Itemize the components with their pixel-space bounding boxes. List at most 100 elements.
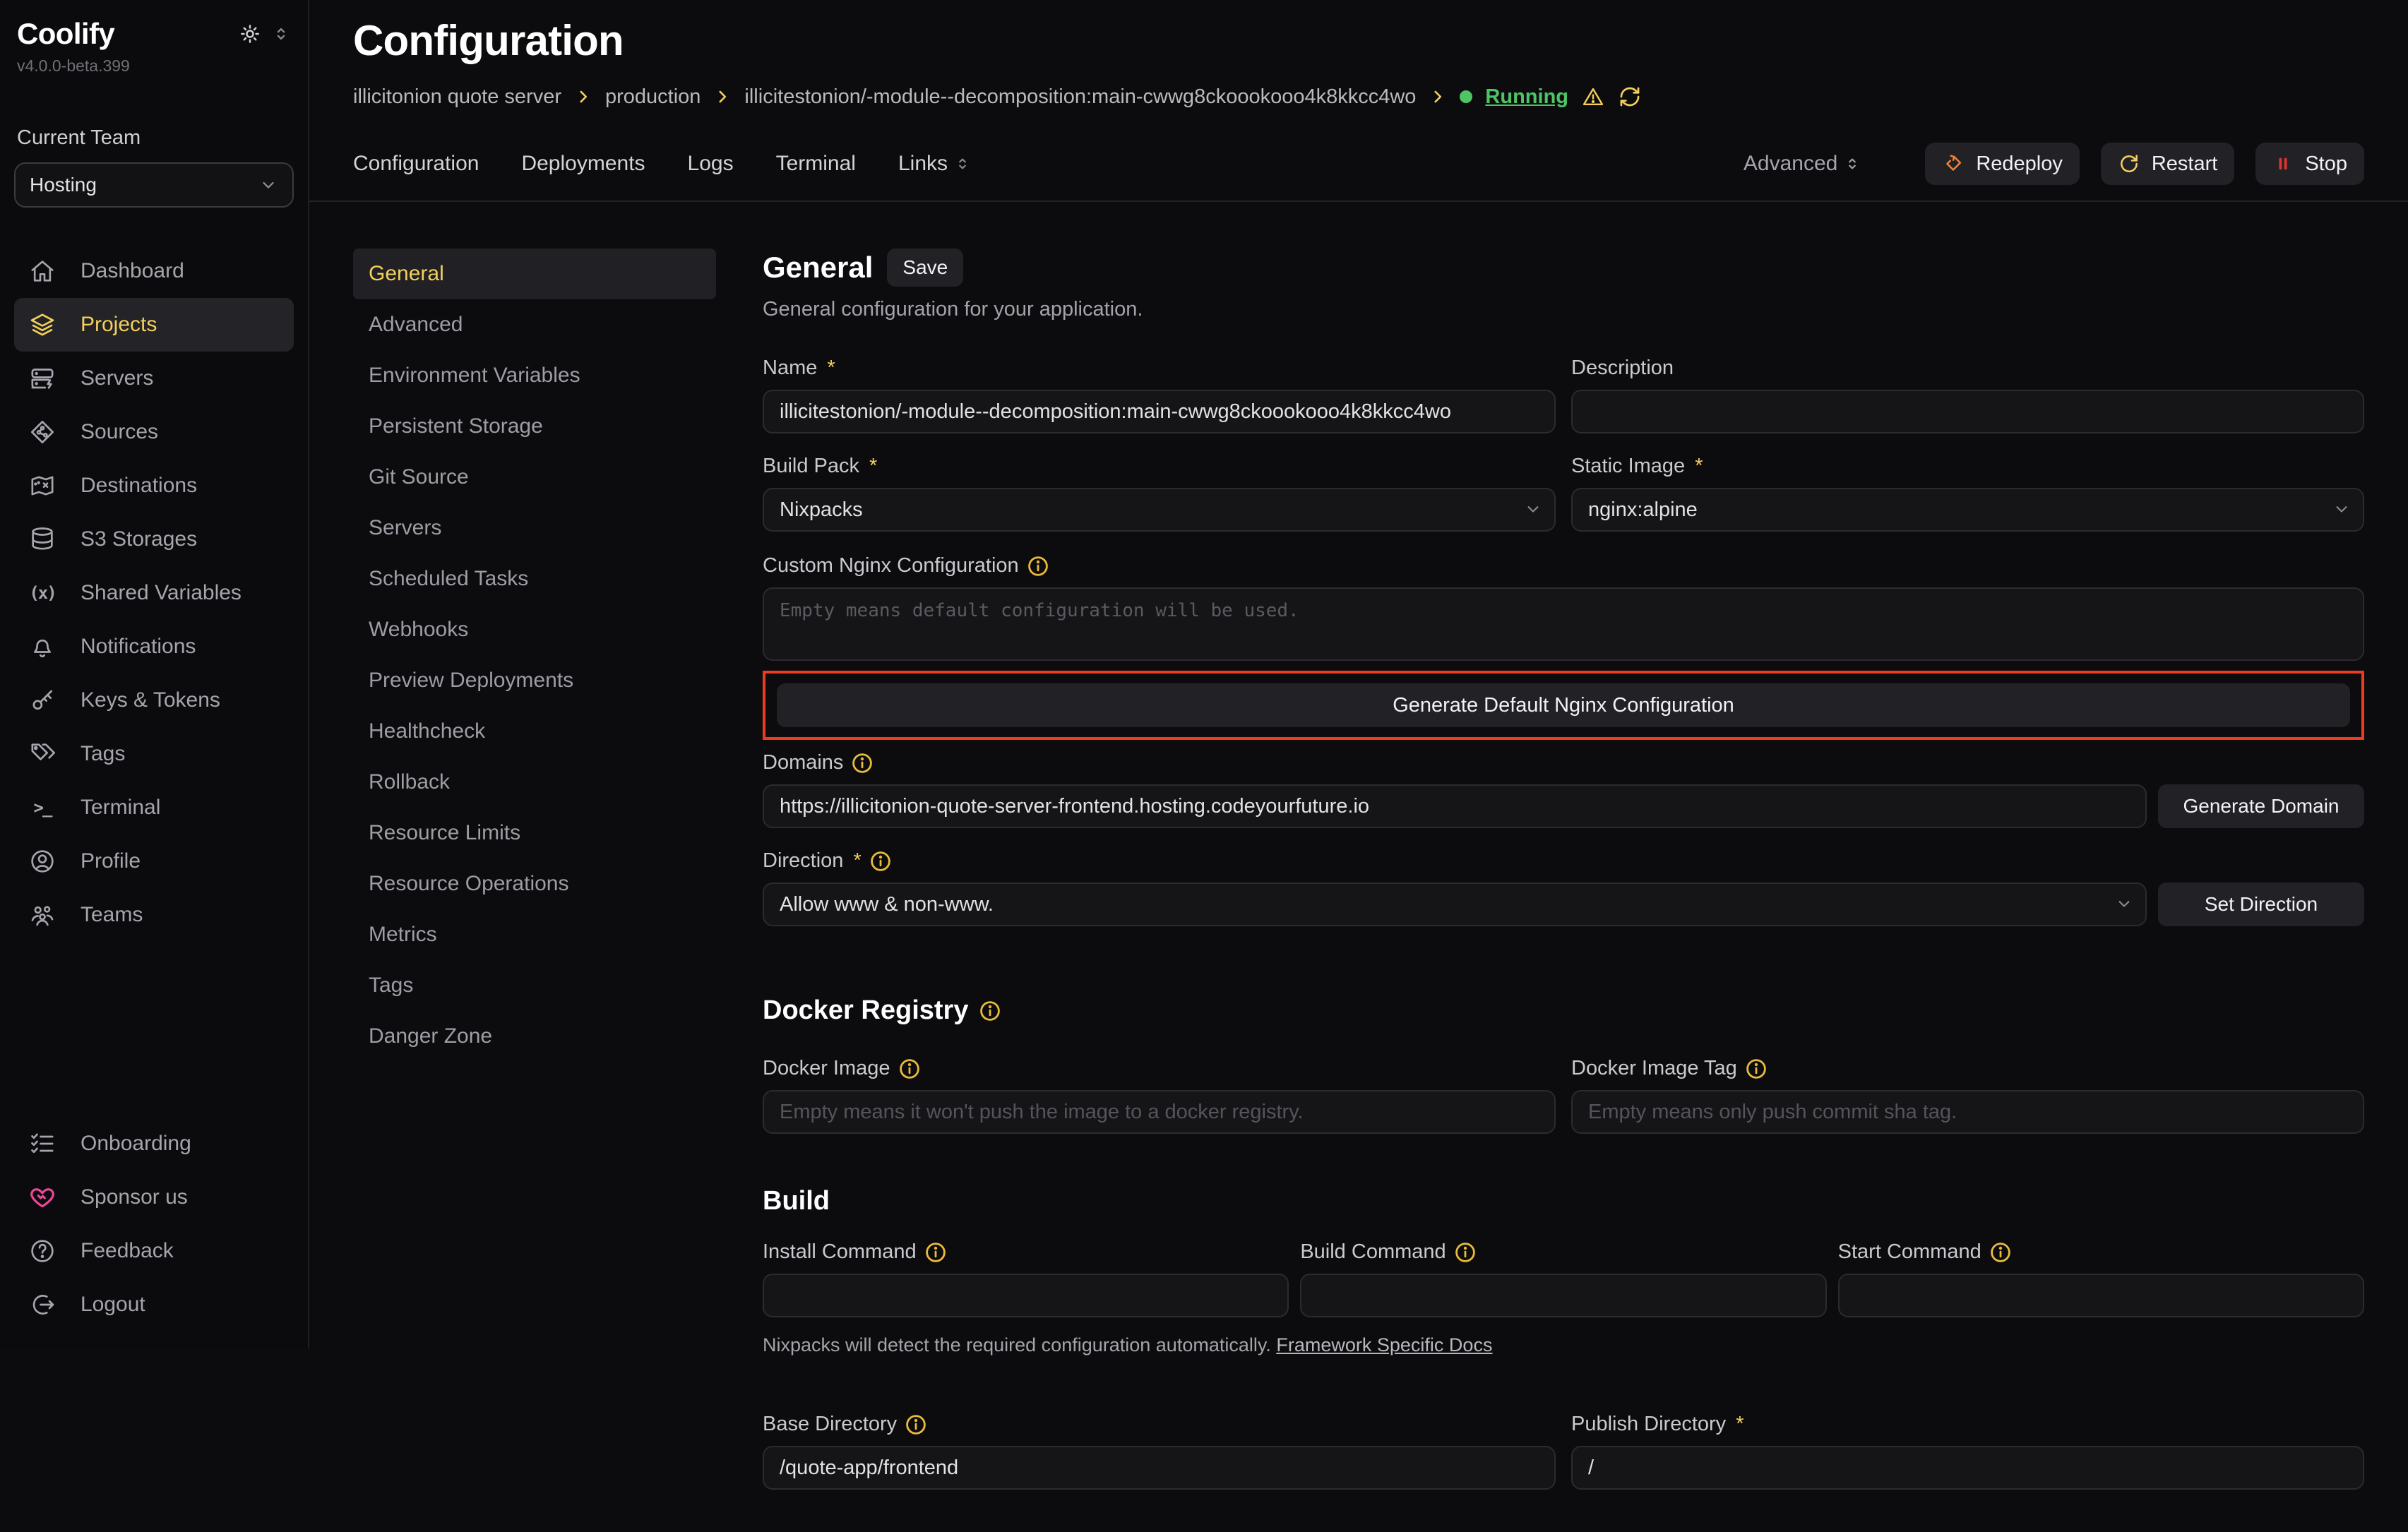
build-command-label: Build Command <box>1300 1240 1826 1264</box>
sidebar-item-onboarding[interactable]: Onboarding <box>14 1117 294 1171</box>
subnav-item-general[interactable]: General <box>353 249 716 299</box>
direction-select[interactable] <box>763 882 2147 926</box>
tab-terminal[interactable]: Terminal <box>776 152 856 176</box>
sidebar-item-teams[interactable]: Teams <box>14 888 294 942</box>
generate-domain-button[interactable]: Generate Domain <box>2158 784 2364 828</box>
subnav-item-servers[interactable]: Servers <box>353 503 716 553</box>
warning-icon[interactable] <box>1581 85 1605 109</box>
sidebar-item-label: Terminal <box>81 796 160 820</box>
static-image-select[interactable] <box>1571 488 2364 532</box>
breadcrumb-environment[interactable]: production <box>605 85 701 109</box>
set-direction-button[interactable]: Set Direction <box>2158 882 2364 926</box>
sidebar-item-servers[interactable]: Servers <box>14 352 294 405</box>
info-icon[interactable] <box>1027 556 1049 577</box>
breadcrumb-project[interactable]: illicitonion quote server <box>353 85 561 109</box>
info-icon[interactable] <box>852 753 873 774</box>
required-asterisk: * <box>869 455 877 478</box>
description-input[interactable] <box>1571 390 2364 433</box>
subnav-item-webhooks[interactable]: Webhooks <box>353 604 716 655</box>
sidebar-item-label: Notifications <box>81 635 196 659</box>
info-icon[interactable] <box>899 1058 920 1079</box>
subnav-item-metrics[interactable]: Metrics <box>353 909 716 960</box>
build-title: Build <box>763 1186 830 1216</box>
breadcrumb-resource[interactable]: illicitestonion/-module--decomposition:m… <box>744 85 1416 109</box>
chevron-down-icon <box>258 175 278 195</box>
subnav-item-healthcheck[interactable]: Healthcheck <box>353 706 716 757</box>
build-command-input[interactable] <box>1300 1274 1826 1317</box>
save-button[interactable]: Save <box>887 249 963 287</box>
sidebar-item-logout[interactable]: Logout <box>14 1278 294 1331</box>
start-command-input[interactable] <box>1838 1274 2364 1317</box>
database-icon <box>28 525 56 553</box>
user-circle-icon <box>28 847 56 875</box>
subnav-item-advanced[interactable]: Advanced <box>353 299 716 350</box>
generate-nginx-button[interactable]: Generate Default Nginx Configuration <box>777 683 2350 727</box>
domains-input[interactable] <box>763 784 2147 828</box>
subnav-item-resource-limits[interactable]: Resource Limits <box>353 808 716 858</box>
status-badge[interactable]: Running <box>1485 85 1568 109</box>
sidebar-item-s3-storages[interactable]: S3 Storages <box>14 513 294 566</box>
subnav-item-git-source[interactable]: Git Source <box>353 452 716 503</box>
pause-icon <box>2272 153 2294 174</box>
key-icon <box>28 686 56 714</box>
sidebar-item-projects[interactable]: Projects <box>14 298 294 352</box>
sidebar-item-sources[interactable]: Sources <box>14 405 294 459</box>
info-icon[interactable] <box>925 1242 946 1263</box>
subnav-item-resource-operations[interactable]: Resource Operations <box>353 858 716 909</box>
tab-deployments[interactable]: Deployments <box>521 152 645 176</box>
sidebar-item-shared-variables[interactable]: (x) Shared Variables <box>14 566 294 620</box>
sidebar-item-feedback[interactable]: Feedback <box>14 1224 294 1278</box>
info-icon[interactable] <box>905 1414 926 1435</box>
custom-nginx-textarea[interactable] <box>763 587 2364 661</box>
subnav-item-persistent-storage[interactable]: Persistent Storage <box>353 401 716 452</box>
info-icon[interactable] <box>979 1000 1001 1022</box>
advanced-dropdown[interactable]: Advanced <box>1744 152 1861 176</box>
docker-image-label: Docker Image <box>763 1057 1556 1080</box>
domains-label: Domains <box>763 751 2364 774</box>
theme-sun-icon[interactable] <box>239 23 261 45</box>
restart-icon <box>2118 152 2140 175</box>
build-pack-select[interactable] <box>763 488 1556 532</box>
tab-configuration[interactable]: Configuration <box>353 152 479 176</box>
name-input[interactable] <box>763 390 1556 433</box>
map-icon <box>28 472 56 500</box>
general-form: General Save General configuration for y… <box>763 249 2364 1348</box>
docker-image-input[interactable] <box>763 1090 1556 1134</box>
refresh-icon[interactable] <box>1618 85 1642 109</box>
section-title: General <box>763 251 873 285</box>
info-icon[interactable] <box>1746 1058 1767 1079</box>
subnav-item-preview-deployments[interactable]: Preview Deployments <box>353 655 716 706</box>
stop-button[interactable]: Stop <box>2255 143 2364 185</box>
info-icon[interactable] <box>870 851 891 872</box>
tab-links[interactable]: Links <box>898 152 972 176</box>
team-select[interactable]: Hosting <box>14 162 294 208</box>
info-icon[interactable] <box>1990 1242 2011 1263</box>
sidebar-item-keys-tokens[interactable]: Keys & Tokens <box>14 674 294 727</box>
subnav-item-danger-zone[interactable]: Danger Zone <box>353 1011 716 1062</box>
sidebar-item-destinations[interactable]: Destinations <box>14 459 294 513</box>
subnav-item-tags[interactable]: Tags <box>353 960 716 1011</box>
tab-logs[interactable]: Logs <box>688 152 734 176</box>
subnav-item-environment-variables[interactable]: Environment Variables <box>353 350 716 401</box>
help-circle-icon <box>28 1237 56 1265</box>
docker-image-tag-input[interactable] <box>1571 1090 2364 1134</box>
app-window: Coolify v4.0.0-beta.399 Current Team Hos… <box>0 0 2408 1348</box>
base-directory-input[interactable] <box>763 1446 1556 1490</box>
publish-directory-input[interactable] <box>1571 1446 2364 1490</box>
heart-icon <box>28 1183 56 1211</box>
sidebar-item-dashboard[interactable]: Dashboard <box>14 244 294 298</box>
sidebar-item-terminal[interactable]: >_ Terminal <box>14 781 294 834</box>
subnav-item-scheduled-tasks[interactable]: Scheduled Tasks <box>353 553 716 604</box>
restart-button[interactable]: Restart <box>2101 143 2234 185</box>
tags-icon <box>28 740 56 768</box>
sidebar-item-profile[interactable]: Profile <box>14 834 294 888</box>
sidebar-item-tags[interactable]: Tags <box>14 727 294 781</box>
info-icon[interactable] <box>1455 1242 1476 1263</box>
sidebar-item-notifications[interactable]: Notifications <box>14 620 294 674</box>
subnav-item-rollback[interactable]: Rollback <box>353 757 716 808</box>
redeploy-button[interactable]: Redeploy <box>1925 143 2080 185</box>
install-command-input[interactable] <box>763 1274 1289 1317</box>
sidebar-item-sponsor[interactable]: Sponsor us <box>14 1171 294 1224</box>
theme-selector-icon[interactable] <box>271 24 291 44</box>
framework-docs-link[interactable]: Framework Specific Docs <box>1276 1334 1492 1356</box>
